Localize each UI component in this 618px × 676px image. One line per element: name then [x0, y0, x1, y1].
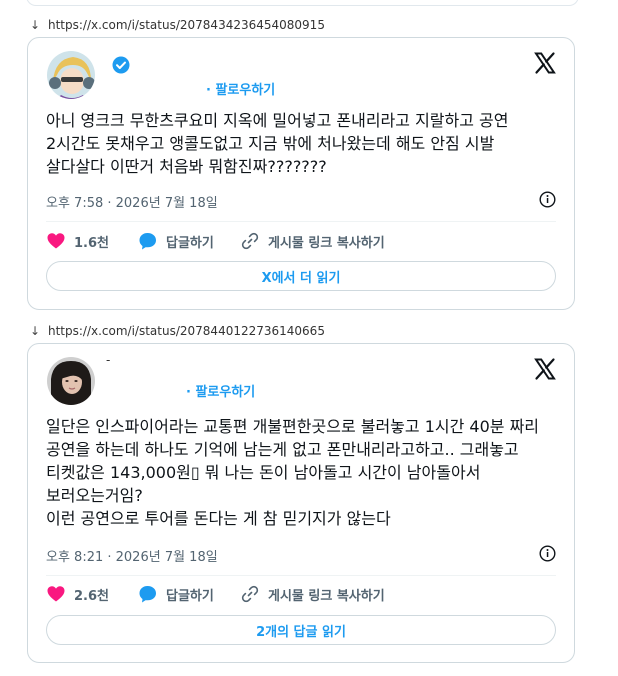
display-name-mark: -: [106, 353, 111, 367]
reply-label: 답글하기: [166, 235, 214, 251]
action-bar: 1.6천 답글하기 게시물 링크 복사하기: [46, 231, 556, 251]
follow-button[interactable]: · 팔로우하기: [206, 79, 275, 98]
tweet-text: 일단은 인스파이어라는 교통편 개불편한곳으로 불러놓고 1시간 40분 짜리 …: [46, 417, 540, 528]
tweet-url[interactable]: https://x.com/i/status/20784342364540809…: [48, 18, 325, 32]
url-row: ↓ https://x.com/i/status/207844012273614…: [30, 321, 325, 341]
avatar[interactable]: [47, 51, 95, 99]
read-more-button[interactable]: 2개의 답글 읽기: [46, 615, 556, 645]
link-icon: [241, 232, 259, 250]
verified-badge-icon: [112, 56, 130, 74]
like-button[interactable]: 2.6천: [46, 584, 138, 604]
action-bar: 2.6천 답글하기 게시물 링크 복사하기: [46, 584, 556, 604]
heart-icon: [47, 233, 65, 249]
tweet-card: - · 팔로우하기 일단은 인스파이어라는 교통편 개불편한곳으로 불러놓고 1…: [27, 343, 575, 663]
divider: [46, 575, 556, 576]
divider: [46, 221, 556, 222]
copy-link-button[interactable]: 게시물 링크 복사하기: [240, 231, 385, 251]
tweet-timestamp[interactable]: 오후 8:21 · 2026년 7월 18일: [46, 546, 218, 565]
heart-icon: [47, 586, 65, 602]
x-logo-icon[interactable]: [533, 51, 557, 75]
tweet-text: 아니 영크크 무한츠쿠요미 지옥에 밀어넣고 폰내리라고 지랄하고 공연 2시간…: [46, 111, 509, 176]
tweet-card: - · 팔로우하기 아니 영크크 무한츠쿠요미 지옥에 밀어넣고 폰내리라고 지…: [27, 37, 575, 310]
download-arrow-icon: ↓: [30, 324, 41, 338]
reply-button[interactable]: 답글하기: [138, 231, 240, 251]
x-logo-icon[interactable]: [533, 357, 557, 381]
avatar[interactable]: [47, 357, 95, 405]
reply-bubble-icon: [139, 233, 156, 250]
download-arrow-icon: ↓: [30, 18, 41, 32]
tweet-url[interactable]: https://x.com/i/status/20784401227361406…: [48, 324, 325, 338]
info-icon[interactable]: [539, 191, 556, 208]
tweet-timestamp[interactable]: 오후 7:58 · 2026년 7월 18일: [46, 192, 218, 211]
read-more-button[interactable]: X에서 더 읽기: [46, 261, 556, 291]
like-count: 1.6천: [74, 235, 109, 251]
reply-label: 답글하기: [166, 588, 214, 604]
copy-link-button[interactable]: 게시물 링크 복사하기: [240, 584, 385, 604]
link-icon: [241, 585, 259, 603]
url-row: ↓ https://x.com/i/status/207843423645408…: [30, 15, 325, 35]
like-button[interactable]: 1.6천: [46, 231, 138, 251]
like-count: 2.6천: [74, 588, 109, 604]
reply-button[interactable]: 답글하기: [138, 584, 240, 604]
reply-bubble-icon: [139, 586, 156, 603]
info-icon[interactable]: [539, 545, 556, 562]
copy-link-label: 게시물 링크 복사하기: [268, 235, 385, 251]
copy-link-label: 게시물 링크 복사하기: [268, 588, 385, 604]
previous-card-fragment: [26, 0, 579, 6]
follow-button[interactable]: · 팔로우하기: [186, 381, 255, 400]
